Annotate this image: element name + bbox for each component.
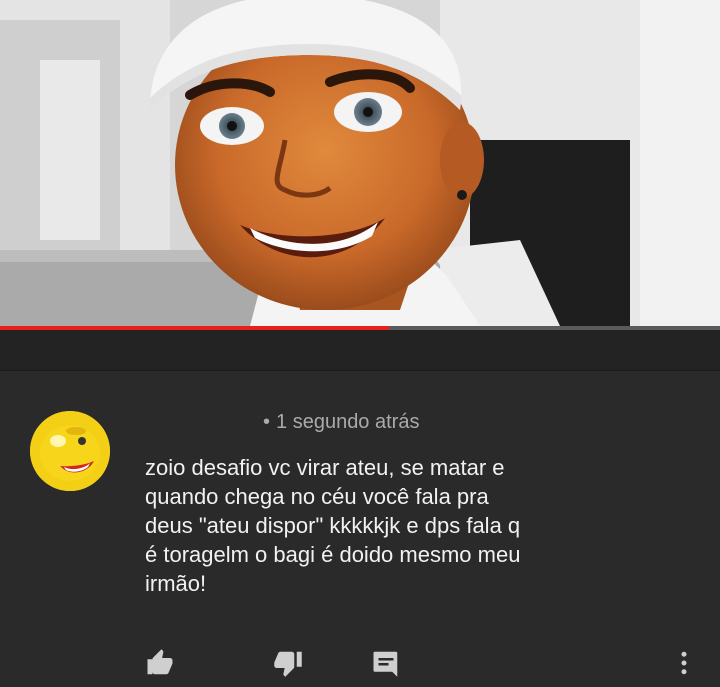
comment-screen: • 1 segundo atrás zoio desafio vc virar a… [0, 0, 720, 687]
avatar-image [30, 411, 110, 491]
avatar[interactable] [30, 411, 110, 491]
like-button[interactable] [140, 643, 180, 683]
separator-dot: • [263, 411, 271, 433]
comment-line: zoio desafio vc virar ateu, se matar e [145, 455, 505, 480]
comment-actions [0, 643, 720, 687]
comment-line: irmão! [145, 571, 207, 596]
dislike-button[interactable] [268, 643, 308, 683]
comment-item: • 1 segundo atrás zoio desafio vc virar a… [0, 371, 720, 687]
more-options-button[interactable] [664, 643, 704, 683]
video-thumbnail[interactable] [0, 0, 720, 326]
comment-text: zoio desafio vc virar ateu, se matar e q… [145, 453, 685, 598]
more-vert-icon [681, 651, 687, 675]
timestamp-text: 1 segundo atrás [276, 411, 420, 433]
comment-line: deus "ateu dispor" kkkkkjk e dps fala q [145, 513, 521, 538]
comment-line: é toragelm o bagi é doido mesmo meu [145, 542, 521, 567]
comment-timestamp: • 1 segundo atrás [263, 411, 419, 434]
thumbs-down-icon [274, 651, 302, 677]
video-frame-image [0, 0, 720, 326]
reply-icon [373, 651, 398, 677]
reply-button[interactable] [366, 643, 406, 683]
thumbs-up-icon [147, 649, 173, 675]
comment-line: quando chega no céu você fala pra [145, 484, 489, 509]
header-strip [0, 330, 720, 371]
